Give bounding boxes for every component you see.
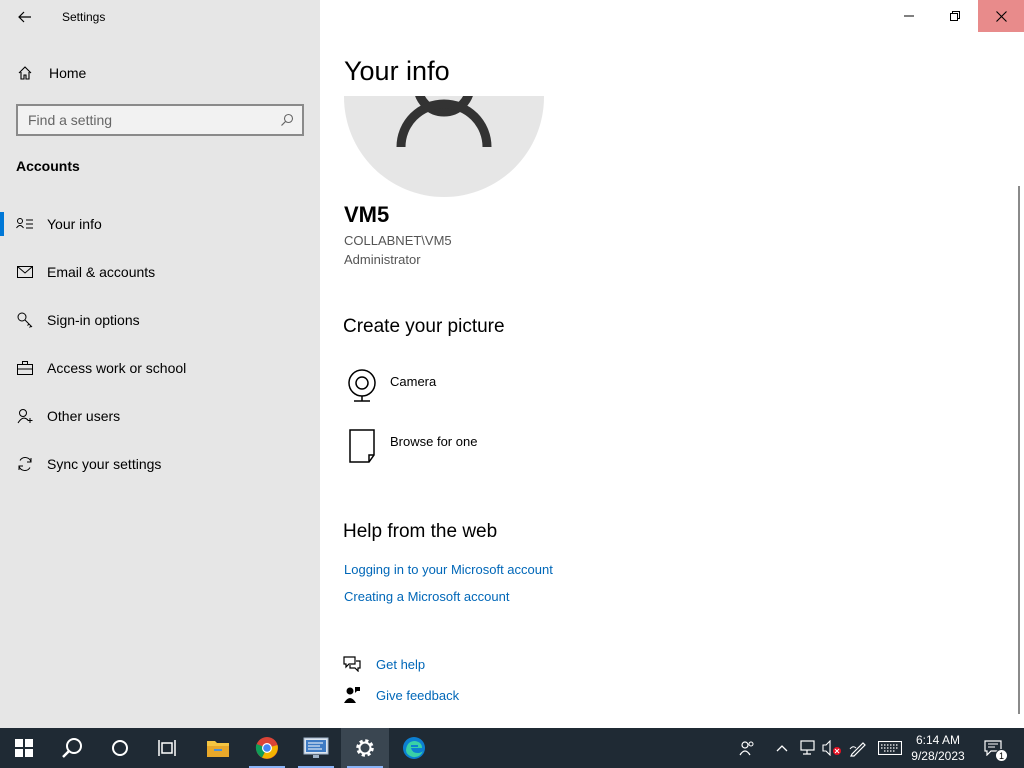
search-icon [62, 738, 82, 758]
help-link-creating-account[interactable]: Creating a Microsoft account [344, 589, 509, 604]
task-view-icon [158, 740, 176, 756]
sidebar: Settings Home Accounts Your info Email &… [0, 0, 320, 728]
keyboard-icon [878, 741, 902, 755]
back-arrow-icon [18, 11, 31, 23]
chat-help-icon [342, 656, 362, 672]
file-explorer-button[interactable] [194, 728, 242, 768]
edge-button[interactable] [390, 728, 438, 768]
search-icon [281, 113, 294, 126]
start-button[interactable] [0, 728, 48, 768]
restore-button[interactable] [932, 0, 978, 32]
folder-icon [207, 741, 229, 757]
avatar [344, 96, 544, 197]
remote-desktop-icon [303, 737, 329, 758]
sidebar-item-label: Sync your settings [47, 456, 162, 472]
key-icon [16, 312, 34, 328]
create-picture-heading: Create your picture [343, 316, 505, 337]
chevron-up-icon [776, 745, 788, 752]
sync-icon [16, 456, 34, 472]
remote-desktop-button[interactable] [292, 728, 340, 768]
nav-home[interactable]: Home [0, 56, 320, 90]
briefcase-icon [16, 361, 34, 375]
clock[interactable]: 6:14 AM 9/28/2023 [908, 732, 968, 764]
people-icon [739, 741, 754, 756]
sidebar-item-sync-settings[interactable]: Sync your settings [0, 440, 320, 488]
give-feedback-link[interactable]: Give feedback [342, 684, 459, 706]
document-icon [344, 428, 380, 464]
webcam-icon [344, 368, 380, 404]
user-name: VM5 [344, 202, 390, 227]
edge-icon [403, 737, 425, 759]
get-help-link[interactable]: Get help [342, 653, 425, 675]
contact-info-icon [16, 217, 34, 231]
sidebar-item-label: Your info [47, 216, 102, 232]
camera-option[interactable]: Camera [344, 368, 436, 408]
sidebar-item-label: Sign-in options [47, 312, 140, 328]
sidebar-item-email-accounts[interactable]: Email & accounts [0, 248, 320, 296]
restore-icon [950, 11, 960, 21]
action-center-button[interactable]: 1 [978, 728, 1008, 768]
browse-label: Browse for one [390, 434, 478, 449]
volume-button[interactable] [820, 728, 844, 768]
main-content: Your info VM5 COLLABNET\VM5 Administrato… [320, 0, 1024, 728]
touch-keyboard-button[interactable] [876, 728, 904, 768]
network-button[interactable] [796, 728, 818, 768]
taskbar: 6:14 AM 9/28/2023 1 [0, 728, 1024, 768]
close-icon [995, 10, 1007, 22]
default-user-icon [344, 96, 544, 197]
task-view-button[interactable] [144, 728, 192, 768]
person-add-icon [16, 408, 34, 424]
clock-time: 6:14 AM [915, 733, 961, 747]
back-button[interactable] [10, 4, 40, 30]
mail-icon [16, 266, 34, 278]
feedback-icon [342, 686, 362, 704]
minimize-button[interactable] [886, 0, 932, 32]
cortana-icon [112, 740, 128, 756]
volume-muted-icon [822, 740, 841, 756]
gear-icon [356, 739, 374, 757]
page-title: Your info [344, 56, 450, 86]
help-heading: Help from the web [343, 521, 498, 542]
give-feedback-label: Give feedback [376, 687, 460, 703]
search-button[interactable] [48, 728, 96, 768]
get-help-label: Get help [376, 656, 426, 672]
notification-badge: 1 [995, 749, 1008, 762]
search-box[interactable] [16, 104, 304, 136]
sidebar-item-access-work-school[interactable]: Access work or school [0, 344, 320, 392]
camera-label: Camera [390, 374, 437, 389]
windows-logo-icon [15, 739, 33, 757]
section-heading: Accounts [16, 158, 80, 174]
sidebar-item-label: Access work or school [47, 360, 187, 376]
search-input[interactable] [28, 112, 268, 128]
app-title: Settings [62, 10, 106, 24]
scrollbar[interactable] [1018, 186, 1020, 714]
network-icon [800, 740, 815, 755]
chrome-button[interactable] [243, 728, 291, 768]
cortana-button[interactable] [96, 728, 144, 768]
sidebar-item-other-users[interactable]: Other users [0, 392, 320, 440]
close-button[interactable] [978, 0, 1024, 32]
help-link-logging-in[interactable]: Logging in to your Microsoft account [344, 562, 553, 577]
pen-workspace-button[interactable] [846, 728, 870, 768]
people-button[interactable] [734, 728, 760, 768]
sidebar-item-your-info[interactable]: Your info [0, 200, 320, 248]
clock-date: 9/28/2023 [911, 749, 965, 763]
sidebar-item-sign-in-options[interactable]: Sign-in options [0, 296, 320, 344]
user-domain: COLLABNET\VM5 [344, 233, 452, 248]
sidebar-item-label: Email & accounts [47, 264, 156, 280]
user-role: Administrator [344, 252, 421, 267]
minimize-icon [904, 15, 914, 17]
browse-option[interactable]: Browse for one [344, 428, 477, 468]
chrome-icon [255, 737, 278, 759]
pen-icon [849, 742, 866, 757]
nav-list: Your info Email & accounts Sign-in optio… [0, 200, 320, 488]
show-hidden-icons-button[interactable] [772, 728, 792, 768]
nav-home-label: Home [49, 65, 87, 81]
sidebar-item-label: Other users [47, 408, 121, 424]
settings-button[interactable] [341, 728, 389, 768]
home-icon [17, 65, 33, 81]
